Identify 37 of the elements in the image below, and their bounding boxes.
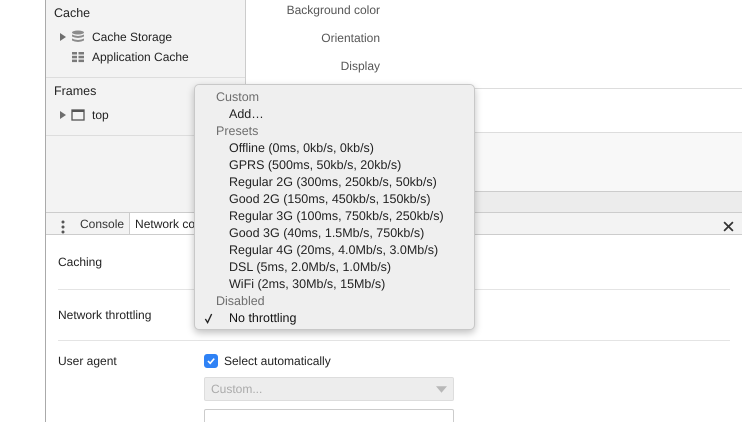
close-icon[interactable] [723,221,734,232]
expand-triangle-icon[interactable] [59,111,67,119]
menu-group-header: Presets [215,123,260,140]
section-header: Cache [53,5,92,22]
frame-icon [71,108,85,122]
menu-item[interactable]: GPRS (500ms, 50kb/s, 20kb/s) [229,157,402,174]
setting-label: Caching [58,254,104,270]
menu-item[interactable]: DSL (5ms, 2.0Mb/s, 1.0Mb/s) [229,259,392,276]
setting-label: User agent [58,353,118,370]
menu-item[interactable]: Regular 2G (300ms, 250kb/s, 50kb/s) [229,174,437,191]
checkbox[interactable] [204,354,218,368]
tree-item[interactable]: Application Cache [92,50,189,64]
section-header: Frames [53,83,98,100]
checkbox-label: Select automatically [224,354,331,368]
property-label: Background color [286,3,380,17]
menu-item[interactable]: Good 3G (40ms, 1.5Mb/s, 750kb/s) [229,225,424,242]
menu-group-header: Disabled [215,293,266,310]
tree-item[interactable]: Cache Storage [92,30,172,44]
menu-item[interactable]: Regular 4G (20ms, 4.0Mb/s, 3.0Mb/s) [229,242,438,259]
grid-icon [71,50,85,64]
menu-item[interactable]: Good 2G (150ms, 450kb/s, 150kb/s) [229,191,430,208]
menu-item[interactable]: WiFi (2ms, 30Mb/s, 15Mb/s) [229,276,386,293]
database-icon [71,30,85,44]
menu-item[interactable]: Offline (0ms, 0kb/s, 0kb/s) [229,140,374,157]
expand-triangle-icon[interactable] [59,33,67,41]
property-label: Display [340,59,380,73]
checkmark-icon [206,356,216,366]
menu-item[interactable]: Add… [229,106,264,123]
tree-item[interactable]: top [92,108,109,122]
more-menu-icon[interactable] [61,220,65,234]
menu-item[interactable]: Regular 3G (100ms, 750kb/s, 250kb/s) [229,208,444,225]
menu-group-header: Custom [215,89,260,106]
dropdown-arrow-icon [436,386,447,392]
property-label: Orientation [320,31,380,45]
tab[interactable]: Console [75,213,130,234]
setting-label: Network throttling [58,307,152,323]
menu-item[interactable]: No throttling [229,310,296,327]
